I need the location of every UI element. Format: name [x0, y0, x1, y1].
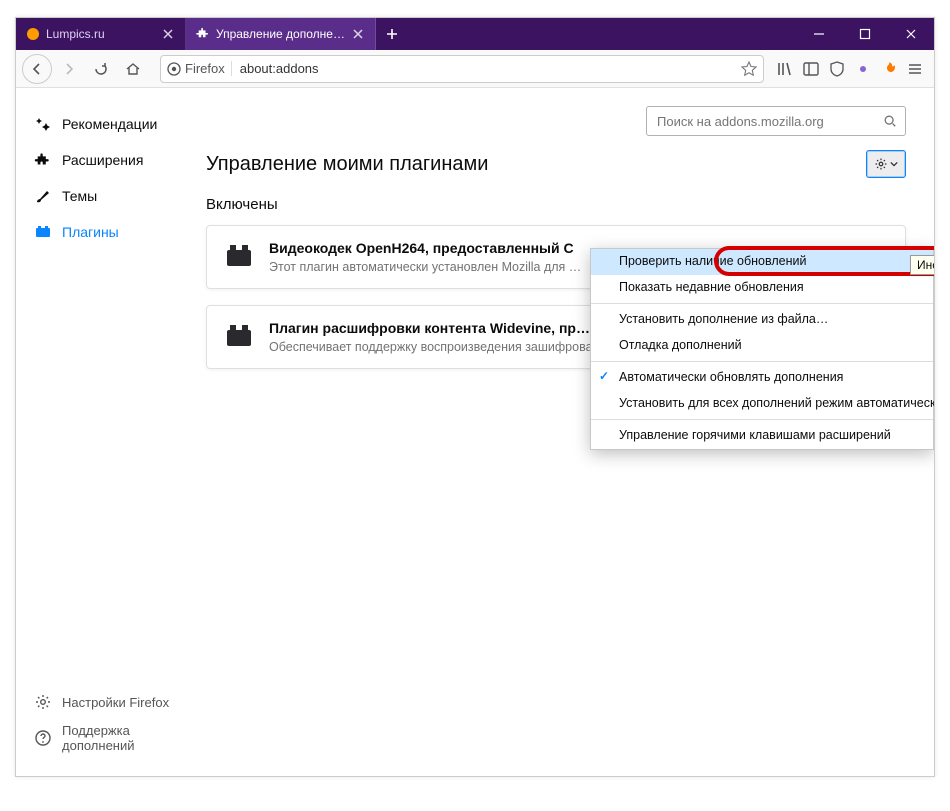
sidebar-item-label: Расширения: [62, 152, 143, 168]
addons-search[interactable]: [646, 106, 906, 136]
protection-icon[interactable]: [828, 60, 846, 78]
bookmark-star-icon[interactable]: [741, 61, 757, 77]
tab-label: Lumpics.ru: [46, 27, 155, 41]
home-button[interactable]: [118, 54, 148, 84]
app-menu-button[interactable]: [906, 60, 924, 78]
sidebar-icon[interactable]: [802, 60, 820, 78]
maximize-button[interactable]: [842, 18, 888, 50]
url-input[interactable]: [238, 60, 735, 77]
tooltip: Инструменты для всех дополнений: [910, 255, 934, 275]
search-input[interactable]: [655, 113, 883, 130]
tools-menu-button[interactable]: [866, 150, 906, 178]
sidebar-item-support[interactable]: Поддержка дополнений: [28, 720, 196, 756]
close-window-button[interactable]: [888, 18, 934, 50]
identity-label: Firefox: [185, 61, 225, 76]
firefox-icon: [167, 62, 181, 76]
reload-button[interactable]: [86, 54, 116, 84]
url-bar[interactable]: Firefox: [160, 55, 764, 83]
plugin-icon: [34, 223, 52, 241]
content-area: Рекомендации Расширения Темы Плагины: [16, 88, 934, 776]
close-icon[interactable]: [351, 27, 365, 41]
sidebar-item-themes[interactable]: Темы: [28, 178, 196, 214]
close-icon[interactable]: [161, 27, 175, 41]
menu-item-auto-update[interactable]: Автоматически обновлять дополнения: [591, 365, 933, 391]
sparkle-icon: [34, 115, 52, 133]
menu-item-manage-shortcuts[interactable]: Управление горячими клавишами расширений: [591, 423, 933, 449]
sidebar-item-settings[interactable]: Настройки Firefox: [28, 684, 196, 720]
nav-toolbar: Firefox: [16, 50, 934, 88]
sidebar-item-label: Рекомендации: [62, 116, 157, 132]
sidebar-item-label: Поддержка дополнений: [62, 723, 196, 753]
brush-icon: [34, 187, 52, 205]
gear-icon: [874, 157, 888, 171]
addons-main: Управление моими плагинами Включены Виде…: [196, 88, 934, 776]
menu-item-check-updates[interactable]: Проверить наличие обновлений: [591, 249, 933, 275]
sidebar-item-label: Плагины: [62, 224, 119, 240]
favicon-lumpics: [26, 27, 40, 41]
plugin-icon: [223, 240, 255, 272]
chevron-down-icon: [890, 160, 898, 168]
flame-icon[interactable]: [880, 60, 898, 78]
sidebar-item-plugins[interactable]: Плагины: [28, 214, 196, 250]
menu-separator: [591, 303, 933, 304]
sidebar-item-recommendations[interactable]: Рекомендации: [28, 106, 196, 142]
tab-strip: Lumpics.ru Управление дополнениями: [16, 18, 934, 50]
tab-label: Управление дополнениями: [216, 27, 345, 41]
identity-box[interactable]: Firefox: [167, 61, 232, 76]
section-enabled-title: Включены: [206, 196, 906, 213]
search-icon[interactable]: [883, 114, 897, 128]
puzzle-icon: [34, 151, 52, 169]
menu-item-install-from-file[interactable]: Установить дополнение из файла…: [591, 307, 933, 333]
sidebar-item-label: Темы: [62, 188, 97, 204]
browser-window: Lumpics.ru Управление дополнениями: [15, 17, 935, 777]
library-icon[interactable]: [776, 60, 794, 78]
addons-sidebar: Рекомендации Расширения Темы Плагины: [16, 88, 196, 776]
minimize-button[interactable]: [796, 18, 842, 50]
page-title: Управление моими плагинами: [206, 153, 488, 176]
menu-separator: [591, 419, 933, 420]
forward-button[interactable]: [54, 54, 84, 84]
gear-icon: [34, 693, 52, 711]
extension-indicator-icon[interactable]: [854, 60, 872, 78]
back-button[interactable]: [22, 54, 52, 84]
tab-addons[interactable]: Управление дополнениями: [186, 18, 376, 50]
tools-dropdown-menu: Проверить наличие обновлений Показать не…: [590, 248, 934, 450]
tab-lumpics[interactable]: Lumpics.ru: [16, 18, 186, 50]
window-controls: [796, 18, 934, 50]
menu-item-reset-all-auto[interactable]: Установить для всех дополнений режим авт…: [591, 391, 933, 417]
sidebar-item-extensions[interactable]: Расширения: [28, 142, 196, 178]
page-title-row: Управление моими плагинами: [206, 150, 906, 178]
plugin-icon: [223, 320, 255, 352]
new-tab-button[interactable]: [376, 18, 408, 50]
menu-separator: [591, 361, 933, 362]
sidebar-item-label: Настройки Firefox: [62, 695, 169, 710]
menu-item-debug-addons[interactable]: Отладка дополнений: [591, 333, 933, 359]
menu-item-recent-updates[interactable]: Показать недавние обновления: [591, 275, 933, 301]
puzzle-icon: [196, 27, 210, 41]
help-icon: [34, 729, 52, 747]
